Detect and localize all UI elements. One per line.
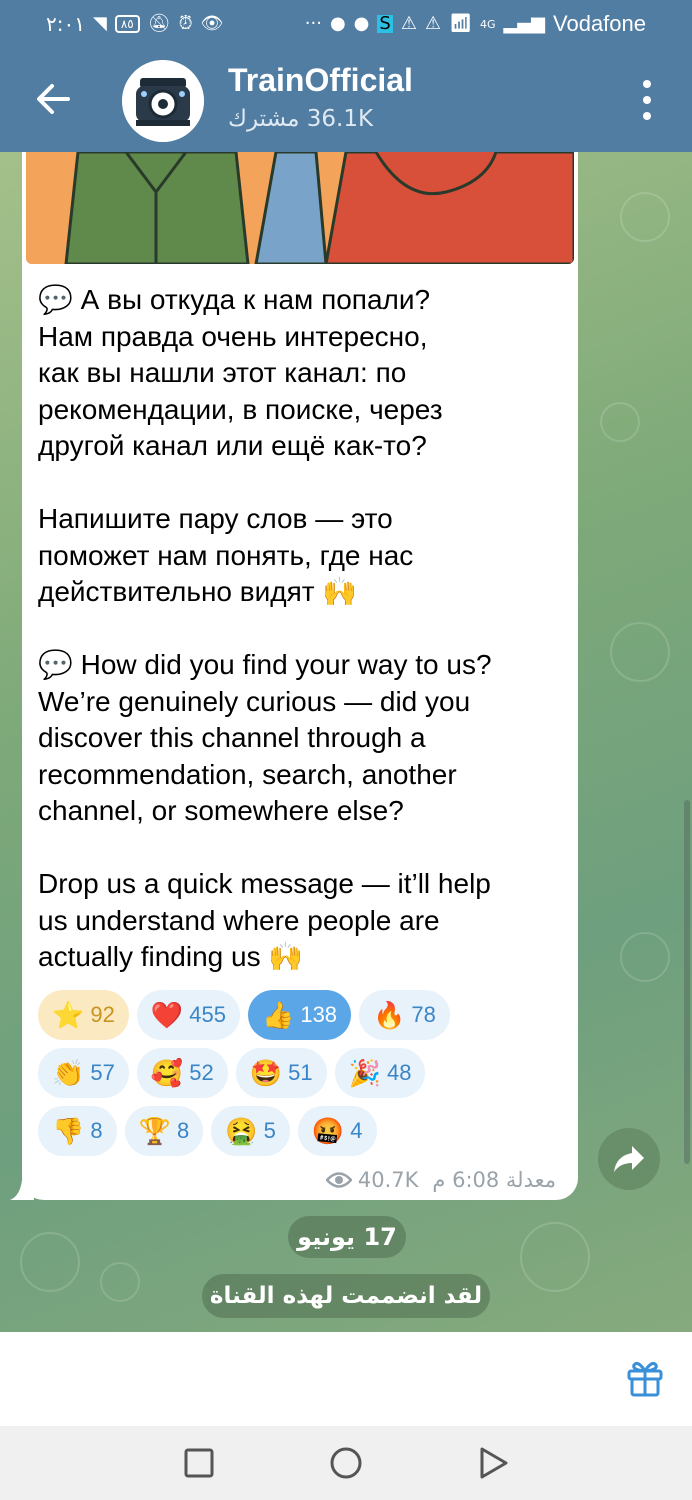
reaction-thumbs-down[interactable]: 👎 8 [38, 1106, 117, 1156]
more-notifications-icon: ··· [304, 13, 322, 34]
fire-icon: 🔥 [373, 1000, 406, 1030]
channel-title[interactable]: TrainOfficial [228, 62, 413, 99]
pattern-doodle [20, 1232, 80, 1292]
train-logo-icon [122, 60, 204, 142]
status-left: ٢:٠١ ◥ ٨٥ 🔕︎ ⏰︎ 👁︎ [46, 12, 223, 36]
pattern-doodle [620, 932, 670, 982]
reaction-count: 52 [189, 1060, 214, 1085]
channel-avatar[interactable] [122, 60, 204, 142]
warning-icon-2: ⚠︎ [424, 13, 442, 34]
reaction-vomit[interactable]: 🤮 5 [211, 1106, 290, 1156]
reaction-count: 8 [177, 1118, 190, 1143]
more-menu-button[interactable] [632, 80, 662, 120]
reaction-count: 92 [90, 1002, 115, 1027]
reaction-count: 57 [90, 1060, 115, 1085]
wifi-icon: 📶︎ [449, 13, 472, 34]
dot-icon [643, 96, 651, 104]
back-triangle-icon[interactable] [476, 1446, 510, 1480]
system-nav-bar [0, 1426, 692, 1500]
messenger-icon-2: ● [353, 13, 370, 34]
reaction-fire[interactable]: 🔥 78 [359, 990, 450, 1040]
reaction-count: 138 [300, 1002, 338, 1027]
trophy-icon: 🏆 [138, 1116, 171, 1146]
reaction-party[interactable]: 🎉 48 [334, 1048, 426, 1098]
pattern-doodle [600, 402, 640, 442]
status-bar: ٢:٠١ ◥ ٨٥ 🔕︎ ⏰︎ 👁︎ ··· ● ● S ⚠︎ ⚠︎ 📶︎ 4G… [0, 0, 692, 48]
chat-header: TrainOfficial 36.1K مشترك [0, 48, 692, 152]
heart-icon: ❤️ [150, 1000, 184, 1030]
reaction-count: 4 [350, 1118, 363, 1143]
service-message: لقد انضممت لهذه القناة [202, 1274, 490, 1318]
reaction-star-struck[interactable]: 🤩 51 [235, 1048, 327, 1098]
star-struck-icon: 🤩 [249, 1058, 283, 1088]
view-count: 40.7K [357, 1168, 419, 1192]
date-separator: 17 يونيو [288, 1216, 406, 1258]
reactions-row: 👏 57 🥰 52 🤩 51 🎉 48 [38, 1048, 568, 1098]
thumbs-down-icon: 👎 [52, 1116, 85, 1146]
vomiting-face-icon: 🤮 [225, 1116, 258, 1146]
eye-icon: 👁︎ [200, 13, 224, 34]
message-text: 💬 А вы откуда к нам попали? Нам правда о… [38, 284, 492, 972]
reaction-clap[interactable]: 👏 57 [38, 1048, 129, 1098]
subscriber-count: 36.1K مشترك [228, 106, 374, 132]
app-notification-icon: S [377, 13, 393, 34]
recents-square-icon[interactable] [182, 1446, 216, 1480]
clap-icon: 👏 [52, 1058, 85, 1088]
cursing-face-icon: 🤬 [311, 1116, 345, 1146]
message-meta: 40.7K معدلة 6:08 م [325, 1168, 556, 1192]
reaction-count: 8 [90, 1118, 103, 1143]
gift-icon [627, 1362, 663, 1397]
reaction-thumbs-up[interactable]: 👍 138 [247, 990, 352, 1040]
share-arrow-icon [614, 1146, 644, 1172]
scrollbar[interactable] [684, 800, 690, 1164]
reaction-count: 48 [386, 1060, 412, 1085]
pattern-doodle [620, 192, 670, 242]
smiling-hearts-icon: 🥰 [150, 1058, 184, 1088]
reaction-count: 455 [189, 1002, 226, 1027]
reaction-cursing[interactable]: 🤬 4 [297, 1106, 377, 1156]
network-type: 4G [479, 17, 496, 31]
party-popper-icon: 🎉 [348, 1058, 381, 1088]
thumbs-up-icon: 👍 [261, 1000, 295, 1030]
gift-button[interactable] [624, 1356, 666, 1398]
reaction-count: 5 [263, 1118, 276, 1143]
battery-icon: ٨٥ [114, 15, 140, 33]
status-time: ٢:٠١ [46, 12, 85, 36]
people-illustration [26, 152, 574, 264]
reaction-heart[interactable]: ❤️ 455 [136, 990, 240, 1040]
reaction-love-face[interactable]: 🥰 52 [136, 1048, 228, 1098]
eye-icon [325, 1172, 352, 1188]
reactions-row: ⭐ 92 ❤️ 455 👍 138 🔥 78 [38, 990, 568, 1040]
bubble-tail [10, 1180, 34, 1200]
mute-bell-icon: 🔕︎ [147, 13, 171, 34]
cell-signal-icon: ▂▄▆ [503, 13, 546, 34]
star-icon: ⭐ [52, 1000, 85, 1030]
dot-icon [643, 112, 651, 120]
signal-icon: ◥ [92, 13, 107, 34]
pattern-doodle [520, 1222, 590, 1292]
carrier-name: Vodafone [553, 11, 646, 36]
back-button[interactable] [28, 74, 78, 124]
home-circle-icon[interactable] [329, 1446, 363, 1480]
pattern-doodle [610, 622, 670, 682]
message-time: معدلة 6:08 م [432, 1168, 556, 1192]
reaction-count: 51 [288, 1060, 313, 1085]
message-image[interactable] [26, 152, 574, 264]
messenger-icon: ● [329, 13, 346, 34]
reaction-count: 78 [411, 1002, 436, 1027]
status-right: ··· ● ● S ⚠︎ ⚠︎ 📶︎ 4G ▂▄▆ Vodafone [305, 11, 646, 37]
warning-icon: ⚠︎ [400, 13, 417, 34]
dot-icon [643, 80, 651, 88]
reactions-row: 👎 8 🏆 8 🤮 5 🤬 4 [38, 1106, 568, 1156]
forward-button[interactable] [598, 1128, 660, 1190]
reaction-star[interactable]: ⭐ 92 [38, 990, 129, 1040]
reactions-panel: ⭐ 92 ❤️ 455 👍 138 🔥 78 👏 57 🥰 52 🤩 51 🎉 48 👎 8 🏆 8… [38, 990, 568, 1164]
pattern-doodle [100, 1262, 140, 1302]
alarm-icon: ⏰︎ [178, 13, 193, 34]
bottom-bar [0, 1332, 692, 1426]
arrow-left-icon [37, 84, 70, 114]
reaction-trophy[interactable]: 🏆 8 [124, 1106, 204, 1156]
